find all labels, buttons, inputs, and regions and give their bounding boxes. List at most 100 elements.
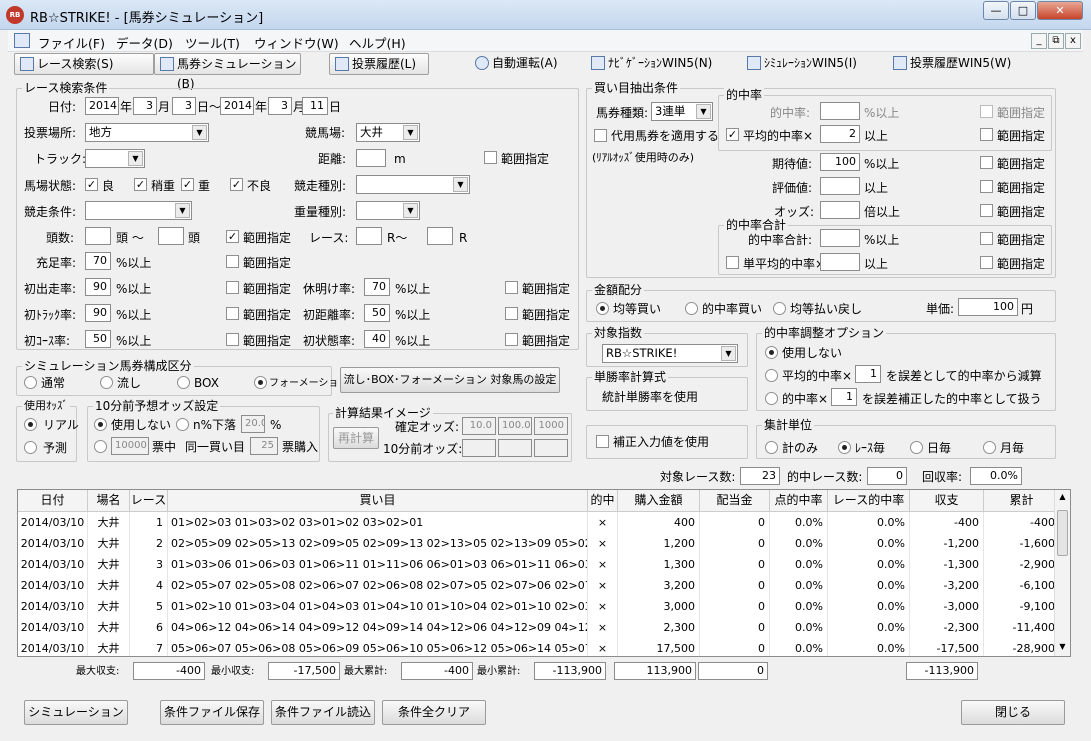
first-run-range-checkbox[interactable] [226, 281, 239, 294]
first-course-range-checkbox[interactable] [226, 333, 239, 346]
from-year-field[interactable]: 2014 [85, 97, 119, 115]
expected-value-field[interactable]: 100 [820, 153, 860, 171]
heads-min-field[interactable] [85, 227, 111, 245]
rest-range-checkbox[interactable] [505, 281, 518, 294]
scroll-down-icon[interactable]: ▼ [1057, 642, 1068, 653]
column-header-race[interactable]: レース [130, 490, 168, 512]
table-row[interactable]: 2014/03/10 大井 6 04>06>12 04>06>14 04>09>12 … [18, 617, 1060, 638]
composition-nagashi-radio[interactable] [100, 376, 113, 389]
tab-simulation[interactable]: 馬券シミュレーション(B) [154, 53, 301, 91]
adjust-none-radio[interactable] [765, 346, 778, 359]
composition-normal-radio[interactable] [24, 376, 37, 389]
first-run-field[interactable]: 90 [85, 278, 111, 296]
proxy-ticket-checkbox[interactable] [594, 129, 607, 142]
odds-real-radio[interactable] [24, 418, 37, 431]
table-row[interactable]: 2014/03/10 大井 2 02>05>09 02>05>13 02>09>05 … [18, 533, 1060, 554]
menu-file[interactable]: ファイル(F) [38, 33, 105, 52]
fill-range-checkbox[interactable] [226, 255, 239, 268]
single-range-checkbox[interactable] [980, 256, 993, 269]
agg-race-radio[interactable] [838, 441, 851, 454]
table-row[interactable]: 2014/03/10 大井 7 05>06>07 05>06>08 05>06>09 … [18, 638, 1060, 656]
odds-range-checkbox[interactable] [980, 204, 993, 217]
adjust-opt1-field[interactable]: 1 [855, 365, 881, 383]
first-track-range-checkbox[interactable] [226, 307, 239, 320]
column-header-date[interactable]: 日付 [18, 490, 88, 512]
save-conditions-button[interactable]: 条件ファイル保存 [160, 700, 264, 725]
hit-rate-field[interactable] [820, 102, 860, 120]
first-course-field[interactable]: 50 [85, 330, 111, 348]
distance-range-checkbox[interactable] [484, 151, 497, 164]
race-type-select[interactable]: ▼ [356, 175, 470, 194]
load-conditions-button[interactable]: 条件ファイル読込 [271, 700, 375, 725]
vertical-scrollbar[interactable]: ▲ ▼ [1054, 490, 1070, 656]
hit-sum-field[interactable] [820, 229, 860, 247]
tab-race-search[interactable]: レース検索(S) [14, 53, 154, 75]
venue-select[interactable]: 地方 ▼ [85, 123, 209, 142]
minimize-button[interactable]: — [983, 1, 1009, 20]
table-row[interactable]: 2014/03/10 大井 3 01>03>06 01>06>03 01>06>11 … [18, 554, 1060, 575]
first-distance-field[interactable]: 50 [364, 304, 390, 322]
sum-range-checkbox[interactable] [980, 232, 993, 245]
tab-navi-win5[interactable]: ﾅﾋﾞｹﾞｰｼｮﾝWIN5(N) [586, 53, 726, 75]
adjust-opt1-radio[interactable] [765, 369, 778, 382]
hit-range-checkbox[interactable] [980, 105, 993, 118]
alloc-hit-radio[interactable] [685, 302, 698, 315]
to-year-field[interactable]: 2014 [220, 97, 254, 115]
to-month-field[interactable]: 3 [268, 97, 292, 115]
column-header-point-hit-rate[interactable]: 点的中率 [770, 490, 828, 512]
agg-total-radio[interactable] [765, 441, 778, 454]
first-distance-range-checkbox[interactable] [505, 307, 518, 320]
composition-formation-radio[interactable] [254, 376, 267, 389]
unit-price-field[interactable]: 100 [958, 298, 1018, 316]
results-table[interactable]: 日付 場名 レース 買い目 的中 購入金額 配当金 点的中率 レース的中率 収支 累計 2014/0… [17, 489, 1071, 657]
tab-auto[interactable]: 自動運転(A) [470, 53, 570, 75]
alloc-payout-radio[interactable] [773, 302, 786, 315]
clear-conditions-button[interactable]: 条件全クリア [382, 700, 486, 725]
avg-hit-field[interactable]: 2 [820, 125, 860, 143]
menu-window[interactable]: ウィンドウ(W) [254, 33, 339, 52]
first-state-field[interactable]: 40 [364, 330, 390, 348]
prior-ticket-radio[interactable] [94, 440, 107, 453]
cond-good-checkbox[interactable]: ✓ [85, 178, 98, 191]
tab-history[interactable]: 投票履歴(L) [329, 53, 429, 75]
column-header-purchase[interactable]: 購入金額 [618, 490, 700, 512]
column-header-cumulative[interactable]: 累計 [984, 490, 1060, 512]
table-row[interactable]: 2014/03/10 大井 5 01>02>10 01>03>04 01>04>03 … [18, 596, 1060, 617]
scroll-thumb[interactable] [1057, 510, 1068, 556]
close-window-button[interactable]: ✕ [1037, 1, 1083, 20]
distance-field[interactable] [356, 149, 386, 167]
column-header-hit[interactable]: 的中 [588, 490, 618, 512]
avg-hit-checkbox[interactable]: ✓ [726, 128, 739, 141]
target-horse-settings-button[interactable]: 流し･BOX･フォーメーション 対象馬の設定 [340, 367, 560, 393]
to-day-field[interactable]: 11 [302, 97, 328, 115]
cond-bad-checkbox[interactable]: ✓ [230, 178, 243, 191]
tab-history-win5[interactable]: 投票履歴WIN5(W) [888, 53, 1018, 75]
prior-drop-radio[interactable] [176, 418, 189, 431]
maximize-button[interactable]: □ [1010, 1, 1036, 20]
cond-slightly-heavy-checkbox[interactable]: ✓ [134, 178, 147, 191]
weight-type-select[interactable]: ▼ [356, 201, 420, 220]
table-row[interactable]: 2014/03/10 大井 4 02>05>07 02>05>08 02>06>07 … [18, 575, 1060, 596]
prior-drop-field[interactable]: 20.0 [241, 415, 265, 433]
column-header-venue[interactable]: 場名 [88, 490, 130, 512]
fill-rate-field[interactable]: 70 [85, 252, 111, 270]
race-condition-select[interactable]: ▼ [85, 201, 192, 220]
odds-forecast-radio[interactable] [24, 441, 37, 454]
column-header-payout[interactable]: 配当金 [700, 490, 770, 512]
close-button[interactable]: 閉じる [961, 700, 1065, 725]
single-avg-field[interactable] [820, 253, 860, 271]
simulate-button[interactable]: シミュレーション [24, 700, 128, 725]
menu-help[interactable]: ヘルプ(H) [349, 33, 406, 52]
ev-range-checkbox[interactable] [980, 156, 993, 169]
adjust-opt2-radio[interactable] [765, 392, 778, 405]
heads-range-checkbox[interactable]: ✓ [226, 230, 239, 243]
menu-data[interactable]: データ(D) [116, 33, 173, 52]
rest-field[interactable]: 70 [364, 278, 390, 296]
prior-none-radio[interactable] [94, 418, 107, 431]
odds-field[interactable] [820, 201, 860, 219]
composition-box-radio[interactable] [177, 376, 190, 389]
first-track-field[interactable]: 90 [85, 304, 111, 322]
from-month-field[interactable]: 3 [133, 97, 157, 115]
menu-tools[interactable]: ツール(T) [185, 33, 240, 52]
table-row[interactable]: 2014/03/10 大井 1 01>02>03 01>03>02 03>01>02 … [18, 512, 1060, 533]
